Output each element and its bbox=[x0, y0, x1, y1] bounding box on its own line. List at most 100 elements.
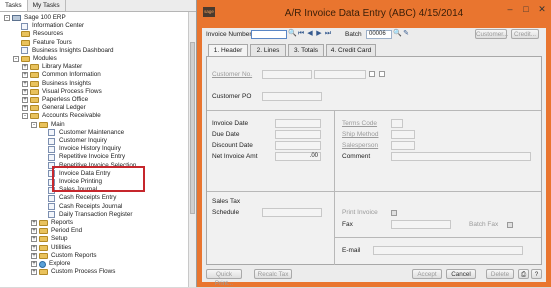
tree-item[interactable]: + Paperless Office bbox=[22, 96, 88, 104]
maximize-button[interactable]: □ bbox=[518, 4, 534, 15]
tree-item[interactable]: + Setup bbox=[31, 235, 67, 243]
tree-item[interactable]: Information Center bbox=[13, 22, 84, 30]
tree-item[interactable]: + Visual Process Flows bbox=[22, 88, 102, 96]
accept-button[interactable]: Accept bbox=[412, 269, 442, 279]
expand-icon[interactable]: + bbox=[22, 97, 28, 103]
folder-icon bbox=[39, 236, 48, 243]
tree-item[interactable]: - Main bbox=[31, 121, 65, 129]
tree-item-label: General Ledger bbox=[42, 104, 86, 112]
salesperson-input[interactable] bbox=[391, 141, 415, 150]
tree-item[interactable]: Customer Maintenance bbox=[40, 129, 124, 137]
previous-record-icon[interactable]: ◀ bbox=[306, 30, 314, 38]
expand-icon[interactable]: + bbox=[22, 105, 28, 112]
comment-input[interactable] bbox=[391, 152, 531, 161]
tree-item[interactable]: Invoice History Inquiry bbox=[40, 145, 121, 153]
expand-icon[interactable]: + bbox=[31, 220, 37, 226]
tree-item[interactable]: + Reports bbox=[31, 219, 73, 227]
tab-lines[interactable]: 2. Lines bbox=[250, 44, 286, 56]
batch-fax-checkbox[interactable] bbox=[507, 222, 513, 228]
due-date-input[interactable] bbox=[275, 130, 321, 139]
tree-item[interactable]: + Business Insights bbox=[22, 80, 91, 88]
batch-input[interactable]: 00006 bbox=[366, 30, 392, 39]
tree-item[interactable]: Feature Tours bbox=[13, 39, 72, 47]
fax-input[interactable] bbox=[391, 220, 451, 229]
help-icon[interactable]: ? bbox=[531, 269, 542, 279]
customer-no-input[interactable] bbox=[262, 70, 312, 79]
ship-method-input[interactable] bbox=[391, 130, 415, 139]
doc-icon bbox=[48, 129, 55, 137]
expand-icon[interactable]: + bbox=[31, 244, 37, 251]
email-input[interactable] bbox=[373, 246, 523, 255]
tree-item[interactable]: + Utilities bbox=[31, 244, 71, 252]
tree-scrollbar[interactable] bbox=[188, 12, 196, 287]
customer-check[interactable] bbox=[369, 71, 375, 77]
collapse-icon[interactable]: - bbox=[31, 121, 37, 128]
tab-credit-card[interactable]: 4. Credit Card bbox=[326, 44, 376, 56]
expand-icon[interactable]: + bbox=[31, 228, 37, 235]
expand-icon[interactable]: + bbox=[22, 80, 28, 87]
expand-icon[interactable]: + bbox=[31, 269, 37, 276]
collapse-icon[interactable]: - bbox=[13, 56, 19, 62]
customer-name-input[interactable] bbox=[314, 70, 366, 79]
tab-my-tasks[interactable]: My Tasks bbox=[28, 0, 66, 11]
tree-item[interactable]: + General Ledger bbox=[22, 104, 86, 112]
tree-item[interactable]: + Custom Process Flows bbox=[31, 268, 115, 276]
folder-icon bbox=[30, 64, 39, 71]
expand-icon[interactable]: + bbox=[22, 64, 28, 71]
last-record-icon[interactable]: ⏭ bbox=[324, 30, 332, 38]
customer-po-input[interactable] bbox=[262, 92, 322, 101]
expand-icon[interactable]: + bbox=[31, 252, 37, 259]
invoice-number-input[interactable] bbox=[251, 30, 287, 39]
terms-code-input[interactable] bbox=[391, 119, 403, 128]
tree-item[interactable]: Cash Receipts Journal bbox=[40, 203, 122, 211]
expand-icon[interactable]: + bbox=[31, 261, 37, 267]
tree-item[interactable]: - Modules bbox=[13, 55, 57, 63]
tree-item[interactable]: + Period End bbox=[31, 227, 82, 235]
tree-item[interactable]: Resources bbox=[13, 30, 63, 38]
first-record-icon[interactable]: ⏮ bbox=[297, 30, 305, 38]
cancel-button[interactable]: Cancel bbox=[446, 269, 476, 279]
tree-item[interactable]: + Custom Reports bbox=[31, 252, 97, 260]
tree-item[interactable]: - Accounts Receivable bbox=[22, 112, 101, 120]
minimize-button[interactable]: – bbox=[502, 4, 518, 15]
collapse-icon[interactable]: - bbox=[4, 15, 10, 21]
recalc-tax-button[interactable]: Recalc Tax bbox=[254, 269, 292, 279]
tree-item[interactable]: Business Insights Dashboard bbox=[13, 47, 114, 55]
next-record-icon[interactable]: ▶ bbox=[315, 30, 323, 38]
close-button[interactable]: ✕ bbox=[534, 4, 550, 15]
tree-item[interactable]: + Common Information bbox=[22, 71, 101, 79]
tree-item[interactable]: Repetitive Invoice Entry bbox=[40, 153, 125, 161]
print-invoice-checkbox[interactable] bbox=[391, 210, 397, 216]
discount-date-input[interactable] bbox=[275, 141, 321, 150]
scrollbar-thumb[interactable] bbox=[190, 42, 195, 214]
salesperson-label: Salesperson bbox=[342, 142, 379, 149]
customer-button[interactable]: Customer... bbox=[475, 29, 508, 39]
tree-item-label: Invoice History Inquiry bbox=[59, 145, 121, 153]
folder-icon bbox=[21, 31, 30, 38]
tree-item[interactable]: Cash Receipts Entry bbox=[40, 194, 116, 202]
invoice-date-input[interactable] bbox=[275, 119, 321, 128]
expand-icon[interactable]: + bbox=[22, 88, 28, 95]
quick-print-button[interactable]: Quick Print... bbox=[206, 269, 242, 287]
customer-check-2[interactable] bbox=[379, 71, 385, 77]
expand-icon[interactable]: + bbox=[31, 236, 37, 243]
divider bbox=[207, 191, 541, 192]
tree-item[interactable]: Customer Inquiry bbox=[40, 137, 107, 145]
tree-item[interactable]: Daily Transaction Register bbox=[40, 211, 133, 219]
batch-lookup-icon[interactable]: 🔍 bbox=[393, 30, 402, 38]
lookup-icon[interactable]: 🔍 bbox=[288, 30, 297, 38]
tree-item[interactable]: + Explore bbox=[31, 260, 70, 268]
tab-totals[interactable]: 3. Totals bbox=[288, 44, 324, 56]
header-tab-panel: Customer No. Customer PO Invoice Date Du… bbox=[206, 56, 542, 265]
print-icon[interactable]: ⎙ bbox=[518, 269, 529, 279]
expand-icon[interactable]: + bbox=[22, 72, 28, 79]
tree-item[interactable]: - Sage 100 ERP bbox=[4, 14, 66, 22]
credit-button[interactable]: Credit... bbox=[511, 29, 539, 39]
schedule-input[interactable] bbox=[262, 208, 322, 217]
batch-edit-icon[interactable]: ✎ bbox=[402, 30, 410, 38]
tree-item[interactable]: + Library Master bbox=[22, 63, 82, 71]
tab-tasks[interactable]: Tasks bbox=[0, 0, 28, 11]
collapse-icon[interactable]: - bbox=[22, 113, 28, 120]
delete-button[interactable]: Delete bbox=[486, 269, 514, 279]
invoice-data-entry-window: sage A/R Invoice Data Entry (ABC) 4/15/2… bbox=[197, 0, 551, 287]
